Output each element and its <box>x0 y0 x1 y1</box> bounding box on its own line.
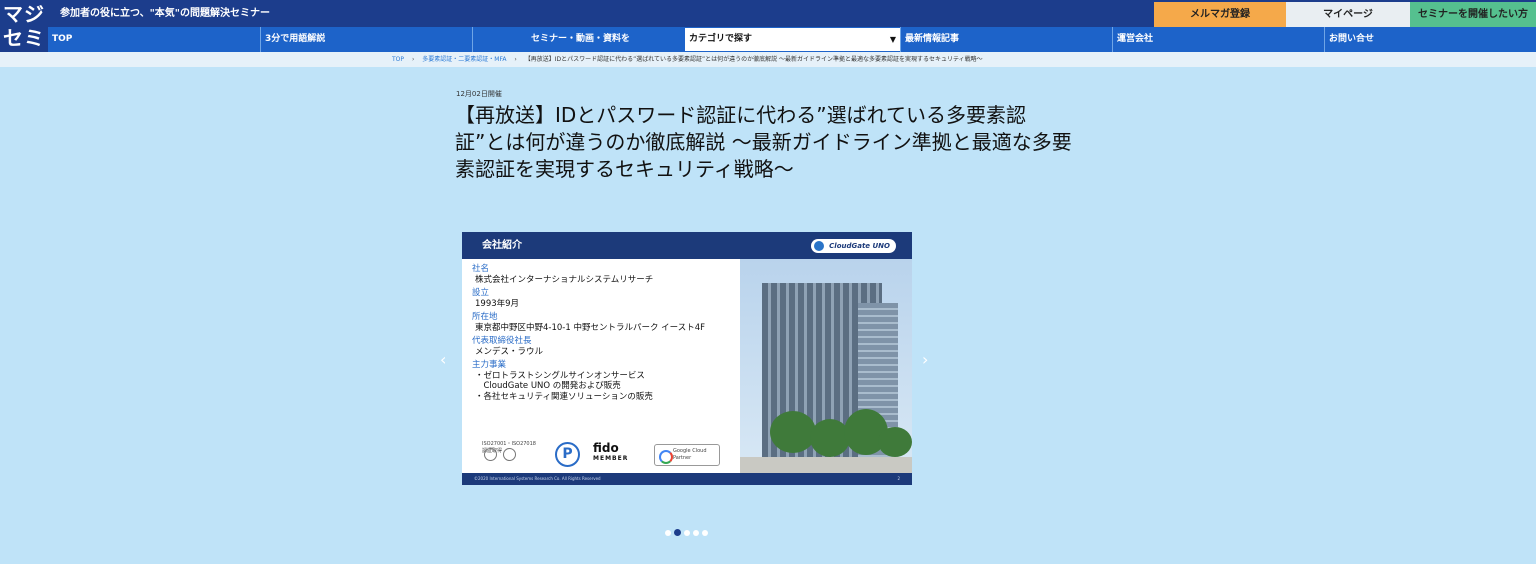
breadcrumb-separator: › <box>411 56 415 63</box>
carousel-next-icon[interactable]: › <box>922 350 928 369</box>
cloudgate-logo: CloudGate UNO <box>811 239 896 253</box>
breadcrumb-separator: › <box>514 56 517 63</box>
company-info: 社名 株式会社インターナショナルシステムリサーチ 設立 1993年9月 所在地 … <box>472 264 744 402</box>
mypage-button[interactable]: マイページ <box>1286 2 1410 27</box>
logo-line-1: マジ <box>3 2 45 26</box>
privacy-mark-icon: P <box>555 442 580 467</box>
category-select[interactable]: カテゴリで探す ▼ <box>685 28 900 51</box>
info-value: 株式会社インターナショナルシステムリサーチ <box>475 274 654 285</box>
nav-item-top[interactable]: TOP <box>48 27 260 52</box>
tree-shape <box>770 411 816 453</box>
carousel-dot-active[interactable] <box>674 529 681 536</box>
google-cloud-partner-logo: Google Cloud Partner <box>654 444 720 466</box>
gcloud-sub: Partner <box>673 455 692 461</box>
carousel-dot[interactable] <box>702 529 708 536</box>
nav-item-company[interactable]: 運営会社 <box>1112 27 1324 52</box>
slide-heading: 会社紹介 <box>482 240 522 251</box>
fido-logo: fido MEMBER <box>593 442 628 463</box>
info-value: 東京都中野区中野4-10-1 中野セントラルパーク イースト4F <box>475 322 706 333</box>
nav-item-contact[interactable]: お問い合せ <box>1324 27 1536 52</box>
slide-footer: ©2020 International Systems Research Co.… <box>462 473 912 485</box>
business-item: ・ゼロトラストシングルサインオンサービス <box>475 370 645 381</box>
business-item: ・各社セキュリティ関連ソリューションの販売 <box>475 391 653 402</box>
info-value: 1993年9月 <box>475 298 520 309</box>
fido-text: fido <box>593 441 619 455</box>
partner-logos: ISO27001・ISO27018 認証取得 P fido MEMBER Goo… <box>482 440 752 468</box>
cert-badge-icon <box>484 448 497 461</box>
carousel-dot[interactable] <box>693 529 699 536</box>
host-seminar-button[interactable]: セミナーを開催したい方 <box>1410 2 1536 27</box>
office-building-photo <box>740 259 912 473</box>
nav-item-news[interactable]: 最新情報記事 <box>900 27 1112 52</box>
info-label: 設立 <box>472 288 490 298</box>
tree-shape <box>878 427 912 457</box>
carousel-dot[interactable] <box>684 529 690 536</box>
info-label: 代表取締役社長 <box>472 336 532 346</box>
info-value: メンデス・ラウル <box>475 346 544 357</box>
cert-marks <box>484 448 516 461</box>
logo-line-2: セミ <box>3 26 45 50</box>
business-item: CloudGate UNO の開発および販売 <box>475 381 621 391</box>
category-select-value: カテゴリで探す <box>689 34 753 44</box>
slide-header: 会社紹介 CloudGate UNO <box>462 232 912 259</box>
breadcrumb-category[interactable]: 多要素認証・二要素認証・MFA <box>422 56 506 63</box>
carousel-slide: 会社紹介 CloudGate UNO 社名 株式会社インターナショナルシステムリ… <box>462 232 912 485</box>
business-list: ・ゼロトラストシングルサインオンサービス CloudGate UNO の開発およ… <box>475 371 744 403</box>
carousel-dots <box>665 529 708 536</box>
site-logo[interactable]: マジ セミ <box>0 0 48 52</box>
newsletter-button[interactable]: メルマガ登録 <box>1154 2 1286 27</box>
info-label: 主力事業 <box>472 360 507 370</box>
event-date: 12月02日開催 <box>456 90 502 98</box>
breadcrumb: TOP › 多要素認証・二要素認証・MFA › 【再放送】IDとパスワード認証に… <box>392 52 983 67</box>
carousel-dot[interactable] <box>665 529 671 536</box>
nav-item-glossary[interactable]: 3分で用語解説 <box>260 27 472 52</box>
info-label: 社名 <box>472 264 490 274</box>
caret-down-icon: ▼ <box>889 35 896 44</box>
nav-item-seminars[interactable]: セミナー・動画・資料を <box>472 27 685 52</box>
cert-badge-icon <box>503 448 516 461</box>
slide-copyright: ©2020 International Systems Research Co.… <box>474 476 601 481</box>
gcloud-text: Google Cloud <box>673 448 707 454</box>
info-label: 所在地 <box>472 312 498 322</box>
carousel-prev-icon[interactable]: ‹ <box>440 350 446 369</box>
breadcrumb-current: 【再放送】IDとパスワード認証に代わる”選ばれている多要素認証”とは何が違うのか… <box>524 56 983 63</box>
breadcrumb-top[interactable]: TOP <box>392 56 404 63</box>
fido-member: MEMBER <box>593 455 629 462</box>
plaza-ground <box>740 457 912 473</box>
slide-page-number: 2 <box>897 476 900 481</box>
page-title: 【再放送】IDとパスワード認証に代わる”選ばれている多要素認証”とは何が違うのか… <box>455 103 1072 181</box>
site-tagline: 参加者の役に立つ、"本気"の問題解決セミナー <box>60 8 271 19</box>
